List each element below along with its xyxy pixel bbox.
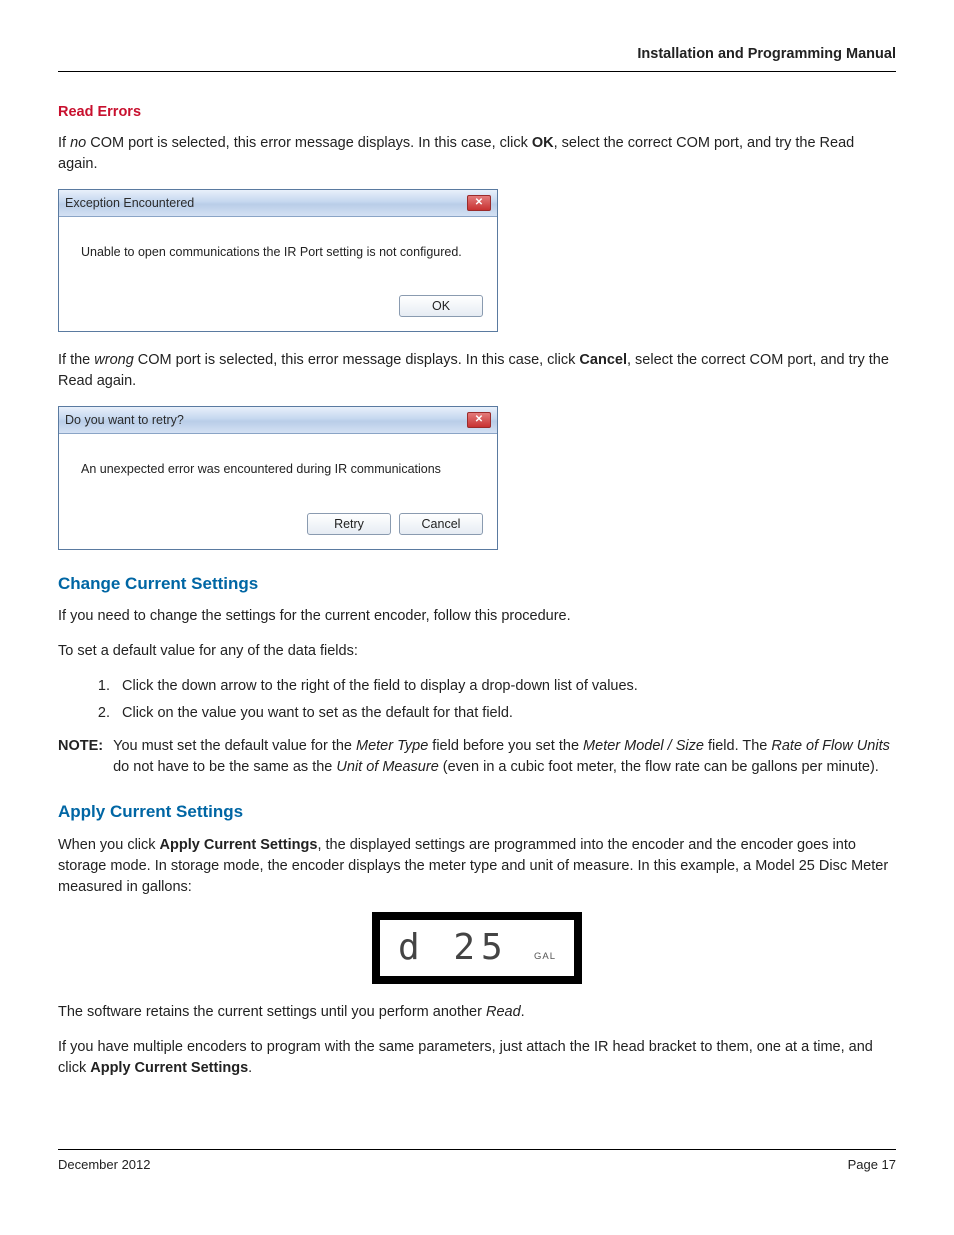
close-icon[interactable]: ✕ (467, 195, 491, 211)
dialog-exception: Exception Encountered ✕ Unable to open c… (58, 189, 498, 332)
retry-button[interactable]: Retry (307, 513, 391, 535)
dialog-titlebar: Exception Encountered ✕ (59, 190, 497, 217)
heading-read-errors: Read Errors (58, 102, 896, 123)
page-header: Installation and Programming Manual (58, 44, 896, 72)
list-item: Click on the value you want to set as th… (114, 703, 896, 724)
dialog-retry: Do you want to retry? ✕ An unexpected er… (58, 406, 498, 549)
lcd-frame: d 25 GAL (372, 912, 582, 984)
lcd-reading: d 25 (398, 930, 509, 966)
cancel-button[interactable]: Cancel (399, 513, 483, 535)
header-title: Installation and Programming Manual (637, 46, 896, 62)
page-footer: December 2012 Page 17 (58, 1149, 896, 1175)
lcd-unit: GAL (534, 950, 556, 964)
ordered-list: Click the down arrow to the right of the… (58, 676, 896, 724)
footer-date: December 2012 (58, 1156, 151, 1175)
paragraph: If the wrong COM port is selected, this … (58, 350, 896, 392)
paragraph: If no COM port is selected, this error m… (58, 133, 896, 175)
close-icon[interactable]: ✕ (467, 412, 491, 428)
dialog-buttons: Retry Cancel (59, 505, 497, 549)
dialog-titlebar: Do you want to retry? ✕ (59, 407, 497, 434)
note-text: You must set the default value for the M… (113, 736, 896, 778)
dialog-title: Do you want to retry? (65, 411, 184, 429)
paragraph: If you need to change the settings for t… (58, 606, 896, 627)
note-block: NOTE: You must set the default value for… (58, 736, 896, 778)
dialog-title: Exception Encountered (65, 194, 194, 212)
paragraph: When you click Apply Current Settings, t… (58, 835, 896, 898)
dialog-buttons: OK (59, 287, 497, 331)
paragraph: The software retains the current setting… (58, 1002, 896, 1023)
heading-apply-settings: Apply Current Settings (58, 800, 896, 825)
list-item: Click the down arrow to the right of the… (114, 676, 896, 697)
paragraph: To set a default value for any of the da… (58, 641, 896, 662)
paragraph: If you have multiple encoders to program… (58, 1037, 896, 1079)
dialog-body: An unexpected error was encountered duri… (59, 434, 497, 504)
heading-change-settings: Change Current Settings (58, 572, 896, 597)
note-label: NOTE: (58, 736, 103, 778)
dialog-body: Unable to open communications the IR Por… (59, 217, 497, 287)
ok-button[interactable]: OK (399, 295, 483, 317)
lcd-display: d 25 GAL (58, 912, 896, 984)
footer-page: Page 17 (848, 1156, 896, 1175)
